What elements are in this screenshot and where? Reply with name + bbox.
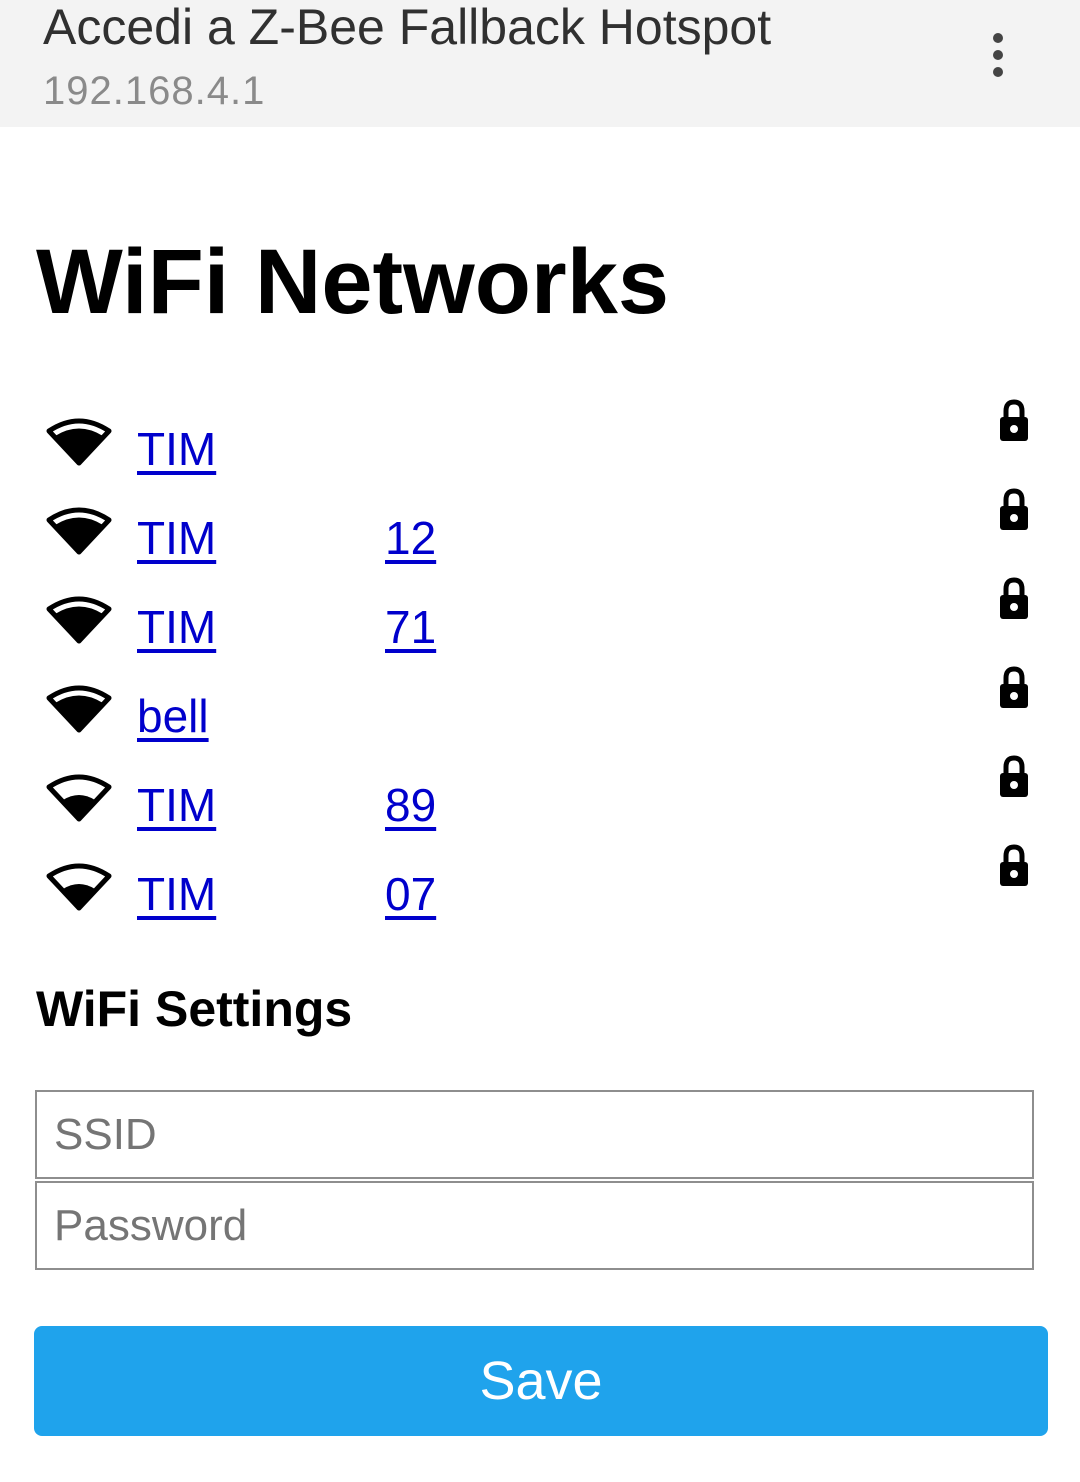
- password-input[interactable]: [35, 1181, 1034, 1270]
- network-name-link[interactable]: bell: [137, 690, 209, 742]
- network-row[interactable]: bell: [0, 666, 1080, 770]
- lock-icon: [1000, 666, 1028, 708]
- network-name-link[interactable]: TIM: [137, 601, 216, 653]
- wifi-signal-icon: [46, 774, 112, 822]
- browser-toolbar: Accedi a Z-Bee Fallback Hotspot 192.168.…: [0, 0, 1080, 127]
- page-title: WiFi Networks: [36, 231, 670, 333]
- lock-icon: [1000, 488, 1028, 530]
- lock-icon: [1000, 399, 1028, 441]
- network-row[interactable]: TIM 89: [0, 755, 1080, 859]
- network-name-link[interactable]: TIM: [137, 423, 216, 475]
- menu-dot: [993, 67, 1003, 77]
- wifi-signal-icon: [46, 507, 112, 555]
- wifi-signal-icon: [46, 596, 112, 644]
- save-button[interactable]: Save: [34, 1326, 1048, 1436]
- wifi-signal-icon: [46, 418, 112, 466]
- page-title-bar: Accedi a Z-Bee Fallback Hotspot: [43, 0, 772, 55]
- network-name-suffix-link[interactable]: 12: [385, 512, 436, 564]
- network-name-link[interactable]: TIM: [137, 868, 216, 920]
- url-label: 192.168.4.1: [43, 69, 266, 113]
- lock-icon: [1000, 844, 1028, 886]
- network-row[interactable]: TIM 07: [0, 844, 1080, 948]
- lock-icon: [1000, 577, 1028, 619]
- network-row[interactable]: TIM 71: [0, 577, 1080, 681]
- wifi-signal-icon: [46, 863, 112, 911]
- network-row[interactable]: TIM: [0, 399, 1080, 503]
- menu-dot: [993, 33, 1003, 43]
- settings-title: WiFi Settings: [36, 981, 353, 1037]
- wifi-signal-icon: [46, 685, 112, 733]
- more-vert-icon[interactable]: [972, 20, 1024, 90]
- network-name-link[interactable]: TIM: [137, 512, 216, 564]
- network-name-link[interactable]: TIM: [137, 779, 216, 831]
- network-name-suffix-link[interactable]: 07: [385, 868, 436, 920]
- menu-dot: [993, 50, 1003, 60]
- network-row[interactable]: TIM 12: [0, 488, 1080, 592]
- network-name-suffix-link[interactable]: 89: [385, 779, 436, 831]
- ssid-input[interactable]: [35, 1090, 1034, 1179]
- lock-icon: [1000, 755, 1028, 797]
- network-name-suffix-link[interactable]: 71: [385, 601, 436, 653]
